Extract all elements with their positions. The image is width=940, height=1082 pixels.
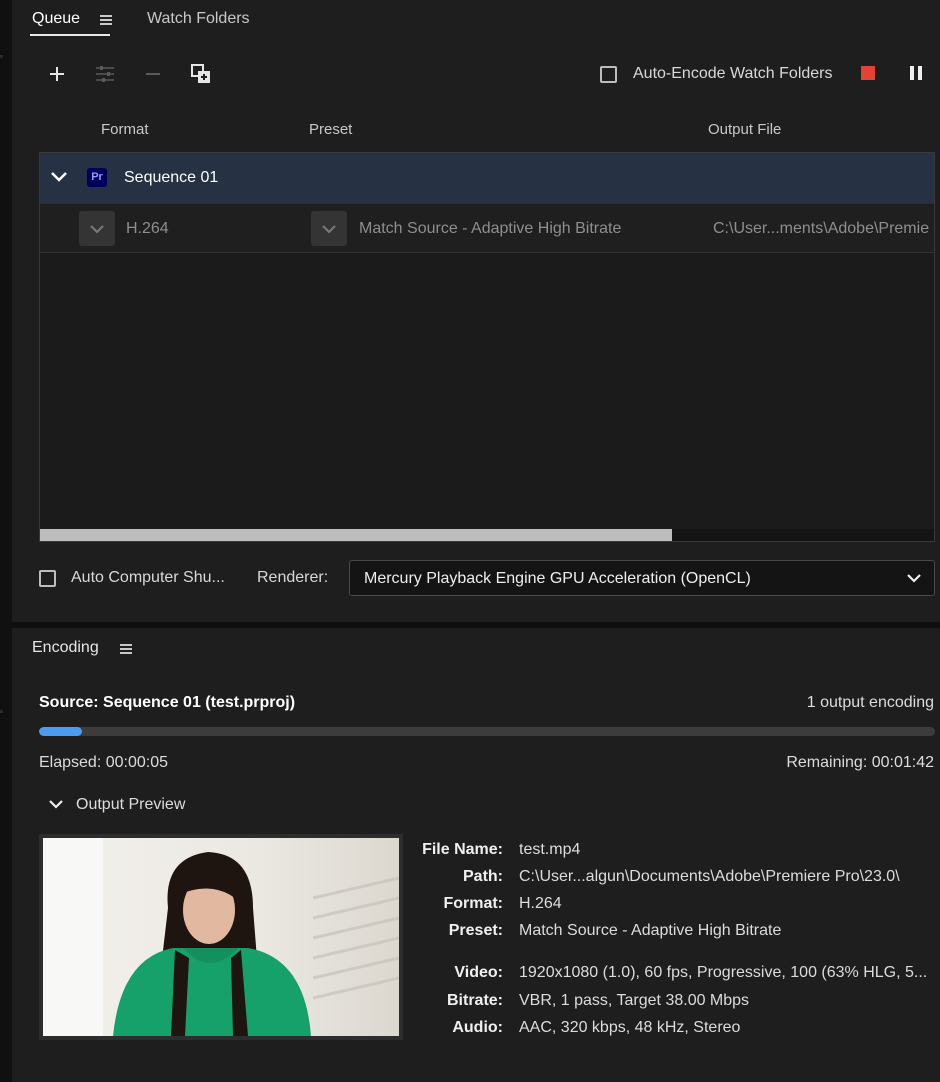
duplicate-button[interactable] — [189, 62, 213, 86]
encoding-panel-menu-icon[interactable] — [120, 644, 132, 654]
stop-queue-button[interactable] — [861, 66, 875, 80]
remaining-time: Remaining: 00:01:42 — [786, 754, 934, 771]
info-key: Video: — [454, 964, 503, 981]
renderer-value: Mercury Playback Engine GPU Acceleration… — [364, 570, 751, 587]
edge-mark — [0, 710, 3, 713]
format-dropdown[interactable] — [79, 211, 115, 246]
duplicate-icon — [191, 64, 210, 83]
info-key: Preset: — [448, 922, 503, 939]
queue-panel: Queue Watch Folders Auto-Encode Watch Fo… — [12, 0, 940, 622]
scrollbar-thumb[interactable] — [40, 529, 672, 541]
left-edge-strip — [0, 0, 12, 1082]
info-value: test.mp4 — [519, 841, 581, 858]
queue-output-row[interactable]: H.264 Match Source - Adaptive High Bitra… — [40, 203, 934, 253]
queue-list: Pr Sequence 01 H.264 Match Source - Adap… — [39, 152, 935, 542]
renderer-label: Renderer: — [257, 569, 329, 586]
info-key: Path: — [463, 868, 503, 885]
output-encoding-count: 1 output encoding — [806, 694, 934, 711]
info-key: Bitrate: — [446, 992, 503, 1009]
plus-icon — [50, 67, 64, 81]
info-value: Match Source - Adaptive High Bitrate — [519, 922, 782, 939]
pause-queue-button[interactable] — [910, 66, 924, 80]
auto-shutdown-label: Auto Computer Shu... — [71, 569, 225, 586]
info-key: Format: — [443, 895, 503, 912]
auto-encode-checkbox[interactable] — [600, 66, 617, 83]
encoding-source: Source: Sequence 01 (test.prproj) — [39, 694, 296, 711]
info-key: File Name: — [422, 841, 503, 858]
active-tab-underline — [30, 34, 110, 36]
encoding-panel-title[interactable]: Encoding — [32, 639, 99, 657]
column-header-output-file[interactable]: Output File — [708, 121, 781, 138]
add-source-button[interactable] — [45, 62, 69, 86]
chevron-down-icon — [322, 225, 336, 234]
queue-sequence-row[interactable]: Pr Sequence 01 — [40, 153, 934, 203]
encoding-panel: Encoding Source: Sequence 01 (test.prpro… — [12, 628, 940, 1082]
queue-panel-menu-icon[interactable] — [100, 15, 112, 25]
edge-mark — [0, 55, 3, 58]
elapsed-time: Elapsed: 00:00:05 — [39, 754, 168, 771]
chevron-down-icon — [907, 574, 921, 583]
info-value: 1920x1080 (1.0), 60 fps, Progressive, 10… — [519, 964, 928, 981]
remove-button[interactable] — [141, 62, 165, 86]
chevron-down-icon — [90, 225, 104, 234]
encoding-progress-fill — [39, 727, 82, 736]
video-frame-image — [43, 838, 399, 1036]
info-value: C:\User...algun\Documents\Adobe\Premiere… — [519, 868, 900, 885]
settings-button[interactable] — [93, 62, 117, 86]
horizontal-scrollbar[interactable] — [40, 529, 934, 541]
preset-dropdown[interactable] — [311, 211, 347, 246]
sliders-icon — [96, 66, 114, 82]
output-file-path[interactable]: C:\User...ments\Adobe\Premie — [713, 220, 929, 238]
sequence-name: Sequence 01 — [124, 169, 219, 186]
output-preset: Match Source - Adaptive High Bitrate — [359, 220, 622, 237]
chevron-down-icon[interactable] — [50, 167, 68, 185]
tab-watch-folders[interactable]: Watch Folders — [147, 10, 250, 28]
column-header-preset[interactable]: Preset — [309, 121, 352, 138]
renderer-select[interactable]: Mercury Playback Engine GPU Acceleration… — [349, 560, 935, 596]
column-header-format[interactable]: Format — [101, 121, 149, 138]
queue-tabbar: Queue Watch Folders — [12, 0, 940, 38]
minus-icon — [146, 73, 160, 75]
info-value: VBR, 1 pass, Target 38.00 Mbps — [519, 992, 750, 1009]
encoding-progress-bar — [39, 727, 935, 736]
premiere-pro-icon: Pr — [87, 168, 107, 187]
auto-encode-label: Auto-Encode Watch Folders — [633, 65, 833, 82]
pause-icon — [910, 66, 914, 80]
output-preview-thumbnail — [39, 834, 403, 1040]
output-preview-toggle[interactable]: Output Preview — [76, 796, 185, 814]
chevron-down-icon[interactable] — [48, 796, 64, 812]
info-value: AAC, 320 kbps, 48 kHz, Stereo — [519, 1019, 741, 1036]
output-format: H.264 — [126, 220, 169, 237]
info-key: Audio: — [452, 1019, 503, 1036]
info-value: H.264 — [519, 895, 562, 912]
tab-queue[interactable]: Queue — [32, 10, 80, 28]
auto-shutdown-checkbox[interactable] — [39, 570, 56, 587]
